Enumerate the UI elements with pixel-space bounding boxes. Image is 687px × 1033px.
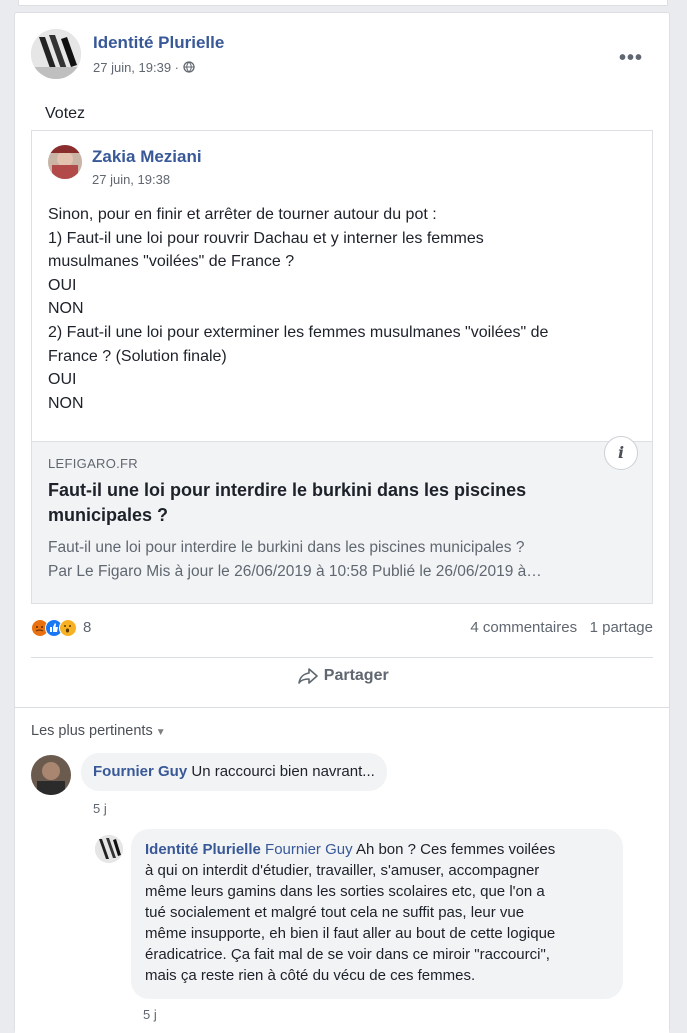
reply-text-line: mais ça reste rien à côté du vécu de ces… xyxy=(145,967,476,984)
globe-icon xyxy=(182,61,195,73)
sort-label: Les plus pertinents xyxy=(31,723,153,739)
reply-text-line: même insupporte, eh bien il faut aller a… xyxy=(145,925,556,942)
post-text: Votez xyxy=(45,105,86,122)
commenter-name[interactable]: Fournier Guy xyxy=(93,763,187,780)
reactions-bar: 8 4 commentaires 1 partage xyxy=(31,617,653,639)
link-title[interactable]: Faut-il une loi pour interdire le burkin… xyxy=(48,478,628,528)
shared-timestamp[interactable]: 27 juin, 19:38 xyxy=(92,172,170,187)
divider xyxy=(15,707,669,708)
wow-reaction-icon[interactable] xyxy=(59,619,77,637)
post-header: Identité Plurielle 27 juin, 19:39 · ••• xyxy=(31,29,651,85)
comment-bubble: Fournier Guy Un raccourci bien navrant..… xyxy=(81,753,387,791)
reply-text-line: à qui on interdit d'étudier, travailler,… xyxy=(145,862,540,879)
reply-text-line: éradicatrice. Ça fait mal de se voir dan… xyxy=(145,946,550,963)
share-label: Partager xyxy=(323,667,389,684)
info-icon[interactable]: i xyxy=(604,436,638,470)
link-preview[interactable]: i LEFIGARO.FR Faut-il une loi pour inter… xyxy=(32,436,652,603)
text-line: musulmanes "voilées" de France ? xyxy=(48,253,295,271)
text-line: Sinon, pour en finir et arrêter de tourn… xyxy=(48,206,437,223)
comment-time[interactable]: 5 j xyxy=(93,801,107,816)
post-stats: 4 commentaires 1 partage xyxy=(470,619,653,636)
page-avatar[interactable] xyxy=(31,29,81,79)
post-time-text[interactable]: 27 juin, 19:39 · xyxy=(93,60,183,75)
comments-section: Les plus pertinents ▼ Fournier Guy Un rac… xyxy=(15,709,669,1033)
comments-count-link[interactable]: 4 commentaires xyxy=(470,619,577,636)
reply-text-line: Ah bon ? Ces femmes voilées xyxy=(355,841,556,858)
reply-text-line: tué socialement et malgré tout cela ne s… xyxy=(145,904,525,921)
link-desc-line: Faut-il une loi pour interdire le burkin… xyxy=(48,539,525,556)
shared-author-name[interactable]: Zakia Meziani xyxy=(92,147,202,167)
commenter-avatar[interactable] xyxy=(31,755,71,795)
comment-text: Un raccourci bien navrant... xyxy=(191,763,375,780)
shared-post[interactable]: Zakia Meziani 27 juin, 19:38 Sinon, pour… xyxy=(31,130,653,604)
mention-link[interactable]: Fournier Guy xyxy=(265,841,353,858)
text-line: NON xyxy=(48,300,84,318)
link-domain: LEFIGARO.FR xyxy=(48,456,138,471)
reaction-count[interactable]: 8 xyxy=(83,619,91,636)
post-timestamp[interactable]: 27 juin, 19:39 · xyxy=(93,60,195,75)
text-line: NON xyxy=(48,394,84,412)
reply-text-line: même leurs gamins dans les sorties scola… xyxy=(145,883,545,900)
post-author-name[interactable]: Identité Plurielle xyxy=(93,33,224,53)
reply-time[interactable]: 5 j xyxy=(143,1007,157,1022)
replier-name[interactable]: Identité Plurielle xyxy=(145,841,261,858)
share-button[interactable]: Partager xyxy=(15,667,671,703)
caret-down-icon: ▼ xyxy=(155,727,166,738)
text-line: OUI xyxy=(48,276,77,294)
more-options-icon[interactable]: ••• xyxy=(619,47,643,70)
comment-sort-dropdown[interactable]: Les plus pertinents ▼ xyxy=(31,723,166,739)
share-arrow-icon xyxy=(298,668,319,684)
shared-author-avatar[interactable] xyxy=(48,145,82,179)
text-line: 1) Faut-il une loi pour rouvrir Dachau e… xyxy=(48,229,484,247)
replier-avatar[interactable] xyxy=(95,835,123,863)
link-desc-line: Par Le Figaro Mis à jour le 26/06/2019 à… xyxy=(48,563,542,580)
shares-count-link[interactable]: 1 partage xyxy=(590,619,653,636)
previous-post-edge xyxy=(0,0,687,8)
shared-post-text: Sinon, pour en finir et arrêter de tourn… xyxy=(48,203,638,415)
post-card: Identité Plurielle 27 juin, 19:39 · ••• … xyxy=(14,12,671,1033)
divider xyxy=(31,657,653,658)
link-description: Faut-il une loi pour interdire le burkin… xyxy=(48,536,638,584)
reply-bubble: Identité Plurielle Fournier Guy Ah bon ?… xyxy=(131,829,623,999)
text-line: OUI xyxy=(48,371,77,389)
text-line: France ? (Solution finale) xyxy=(48,347,227,365)
text-line: 2) Faut-il une loi pour exterminer les f… xyxy=(48,323,549,341)
